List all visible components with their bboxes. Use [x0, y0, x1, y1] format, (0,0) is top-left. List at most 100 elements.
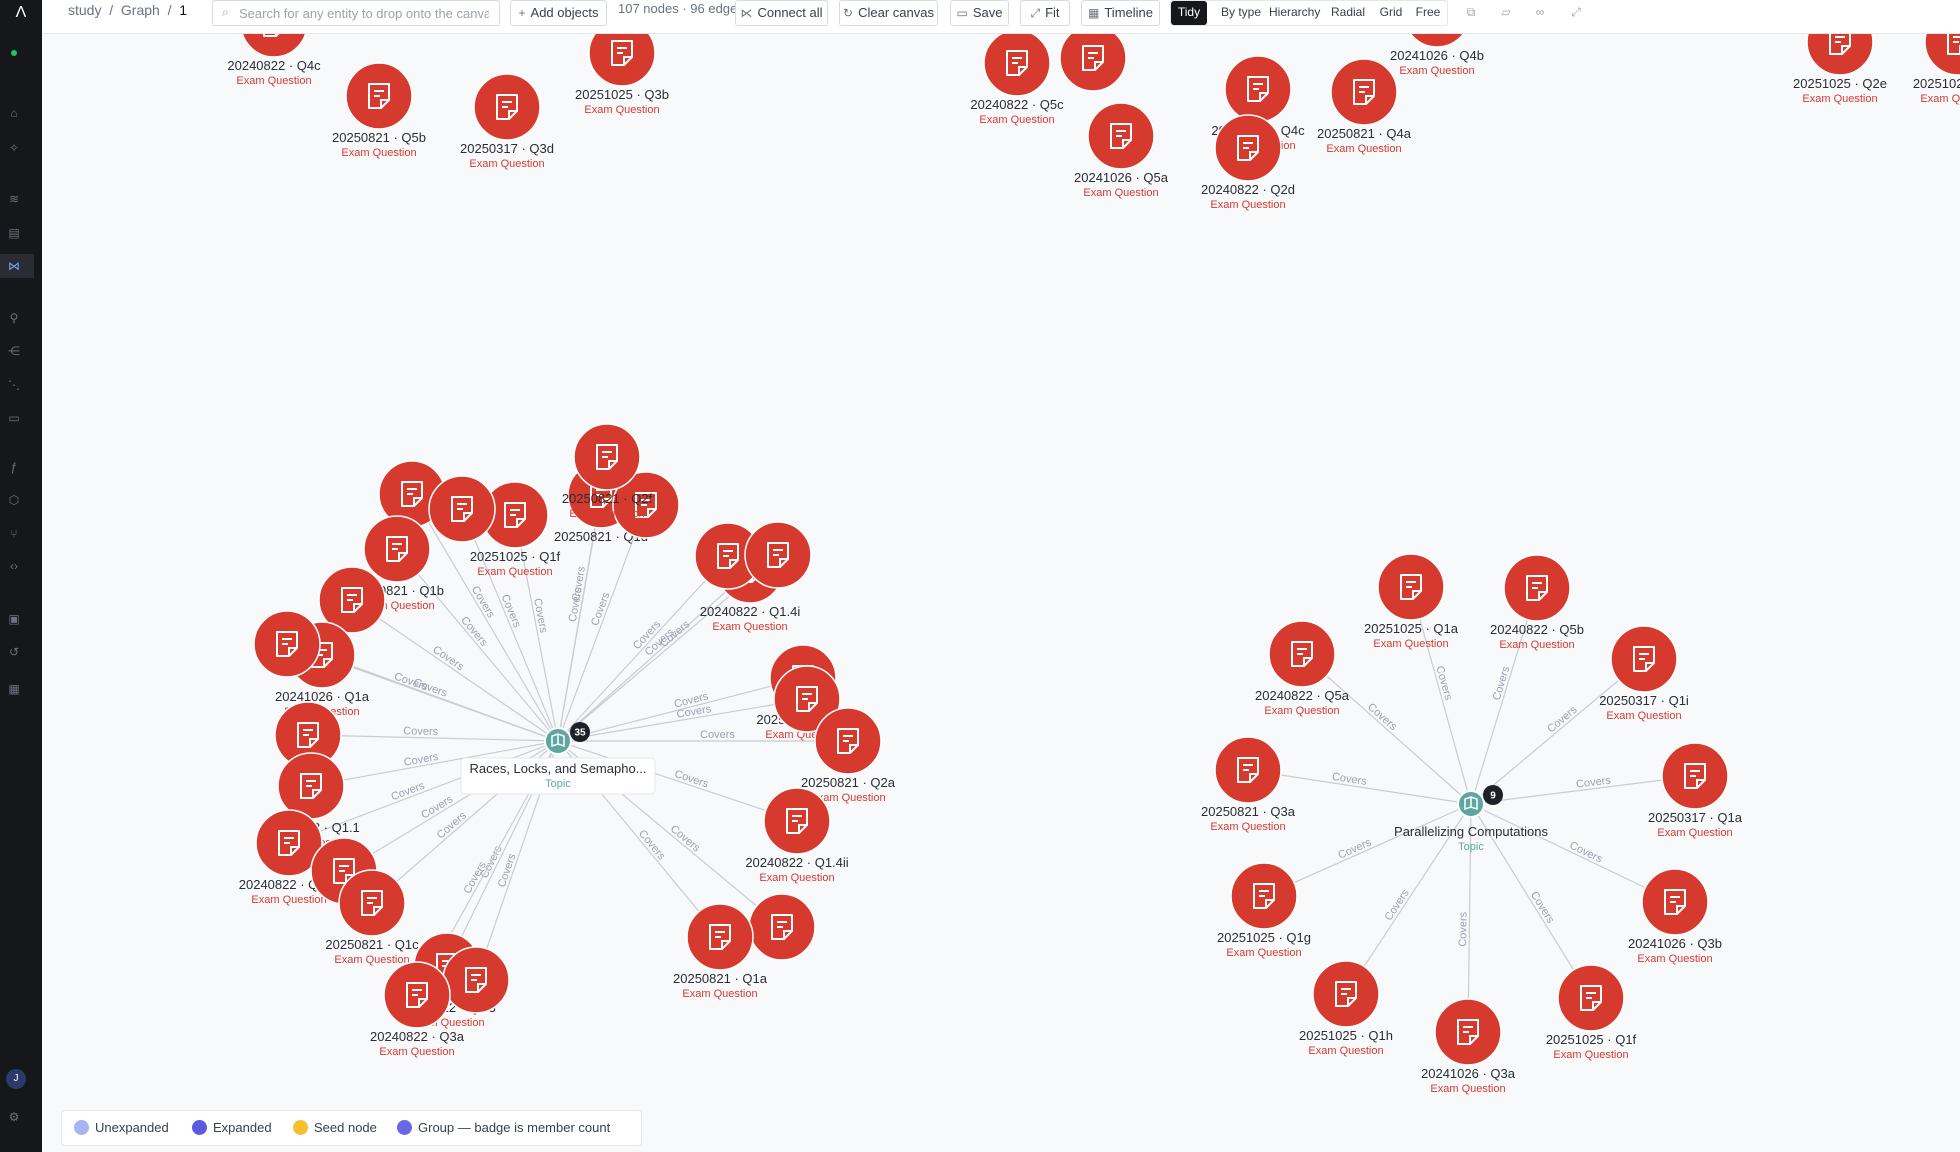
question-node[interactable]: 20240822 · Q5c Exam Question: [970, 33, 1064, 126]
question-node[interactable]: 20250317 · Q1a Exam Question: [1648, 742, 1743, 839]
question-node[interactable]: 20251025 · Q2f Exam Question: [1913, 33, 1960, 105]
folder-icon[interactable]: ▱: [1498, 4, 1514, 20]
add-objects-button[interactable]: + Add objects: [510, 0, 607, 26]
wand-icon[interactable]: ✧: [7, 141, 21, 155]
network-icon[interactable]: ⋱: [7, 378, 21, 392]
question-node[interactable]: [748, 893, 816, 961]
code-icon[interactable]: ‹›: [7, 559, 21, 573]
fit-button[interactable]: ⤢ Fit: [1020, 0, 1070, 26]
node-type-label: Exam Question: [1553, 1049, 1628, 1061]
layout-hierarchy[interactable]: Hierarchy: [1269, 1, 1320, 25]
covers-edge[interactable]: Covers: [557, 569, 751, 742]
node-type-label: Exam Question: [1210, 821, 1285, 833]
function-icon[interactable]: ƒ: [7, 460, 21, 474]
covers-edge[interactable]: Covers: [351, 599, 559, 742]
app-logo[interactable]: Λ: [0, 0, 42, 26]
node-label: 20251025 · Q1f: [1546, 1032, 1637, 1047]
home-icon[interactable]: ⌂: [7, 106, 21, 120]
legend-seed: Seed node: [293, 1120, 377, 1136]
question-node[interactable]: 20250317 · Q3d Exam Question: [460, 73, 554, 170]
node-type-label: Exam Question: [1637, 953, 1712, 965]
inbox-icon[interactable]: ▣: [7, 612, 21, 626]
edge-label: Covers: [403, 725, 439, 738]
question-node[interactable]: 20241026 · Q3b Exam Question: [1628, 868, 1722, 965]
history-icon[interactable]: ↺: [7, 645, 21, 659]
question-node[interactable]: 20251025 · Q1f Exam Question: [1546, 964, 1637, 1061]
question-node[interactable]: 20250821 · Q4a Exam Question: [1317, 58, 1412, 155]
node-type-label: Exam Question: [979, 114, 1054, 126]
edge-label: Covers: [1457, 911, 1469, 946]
copy-icon[interactable]: ⧉: [1463, 4, 1479, 20]
clear-canvas-button[interactable]: ↻ Clear canvas: [839, 0, 938, 26]
breadcrumb-root[interactable]: study: [68, 2, 101, 18]
share-icon[interactable]: ⋲: [7, 344, 21, 358]
covers-edge[interactable]: Covers: [1263, 803, 1472, 897]
question-node[interactable]: 20250317 · Q1i Exam Question: [1599, 625, 1689, 722]
edge-label: Covers: [1433, 665, 1454, 702]
question-node[interactable]: 20251025 · Q1a Exam Question: [1364, 553, 1459, 650]
layout-free[interactable]: Free: [1411, 1, 1445, 25]
node-type-label: Exam Question: [477, 566, 552, 578]
question-node[interactable]: 20240822 · Q5b Exam Question: [1490, 554, 1584, 651]
node-label: 20240822 · Q5c: [970, 97, 1064, 112]
node-type-label: Exam Question: [682, 988, 757, 1000]
layout-by-type[interactable]: By type: [1215, 1, 1267, 25]
package-icon[interactable]: ⬡: [7, 493, 21, 507]
refresh-icon: ↻: [843, 6, 854, 20]
legend: Unexpanded Expanded Seed node Group — ba…: [61, 1110, 642, 1146]
node-label: 20250317 · Q1i: [1599, 693, 1689, 708]
database-icon[interactable]: ▤: [7, 226, 21, 240]
search-input[interactable]: [237, 3, 491, 23]
graph-canvas[interactable]: Covers Covers Covers Covers Covers Covers Cove…: [42, 33, 1960, 1152]
covers-edge[interactable]: Covers: [1470, 587, 1538, 805]
save-button[interactable]: ▭ Save: [950, 0, 1009, 26]
avatar[interactable]: J: [6, 1069, 26, 1089]
question-node[interactable]: 20240822 · Q5a Exam Question: [1255, 620, 1350, 717]
edge-label: Covers: [1365, 701, 1399, 733]
question-node[interactable]: 20251025 · Q3b Exam Question: [575, 33, 669, 116]
expand-icon[interactable]: ⤢: [1568, 4, 1584, 20]
question-node[interactable]: 20250821 · Q5b Exam Question: [332, 62, 426, 159]
legend-expanded: Expanded: [192, 1120, 272, 1136]
question-node[interactable]: 20250821 · Q3a Exam Question: [1201, 736, 1296, 833]
node-label: 20250821 · Q3a: [1201, 804, 1296, 819]
layout-grid[interactable]: Grid: [1377, 1, 1405, 25]
status-dot: [11, 50, 17, 56]
node-label: 20250821 · Q5b: [332, 130, 426, 145]
calendar-icon: ▦: [1088, 6, 1100, 20]
question-node[interactable]: 20240822 · Q4c Exam Question: [227, 33, 321, 87]
group-count-badge: 35: [574, 728, 586, 739]
question-node[interactable]: [442, 946, 510, 1014]
timeline-button[interactable]: ▦ Timeline: [1081, 0, 1160, 26]
layout-tidy[interactable]: Tidy: [1171, 1, 1207, 25]
topic-node[interactable]: 35 Races, Locks, and Semapho... Topic: [460, 722, 656, 795]
question-node[interactable]: [744, 521, 812, 589]
question-node[interactable]: [1059, 33, 1127, 92]
clipboard-icon[interactable]: ▭: [7, 411, 21, 425]
node-type-label: Exam Question: [1373, 638, 1448, 650]
layout-radial[interactable]: Radial: [1327, 1, 1369, 25]
settings-icon[interactable]: ⚙: [7, 1110, 21, 1124]
node-label: 20241026 · Q3b: [1628, 936, 1722, 951]
question-node[interactable]: 20241026 · Q5a Exam Question: [1074, 102, 1169, 199]
connect-all-button[interactable]: ⋉ Connect all: [735, 0, 828, 26]
breadcrumb-section[interactable]: Graph: [121, 2, 160, 18]
seed-swatch: [293, 1120, 308, 1136]
question-node[interactable]: 20251025 · Q1h Exam Question: [1299, 960, 1393, 1057]
node-type-label: Exam Question: [1326, 143, 1401, 155]
question-node[interactable]: 20241026 · Q4b Exam Question: [1390, 33, 1484, 77]
pin-icon[interactable]: ⚲: [7, 311, 21, 325]
question-node[interactable]: 20251025 · Q1g Exam Question: [1217, 862, 1311, 959]
edge-label: Covers: [1491, 665, 1513, 702]
graph-icon[interactable]: ⋈: [7, 259, 21, 273]
node-label: 20241026 · Q3a: [1421, 1066, 1516, 1081]
link-icon[interactable]: ∞: [1532, 4, 1548, 20]
question-node[interactable]: 20251025 · Q2e Exam Question: [1793, 33, 1887, 105]
covers-edge[interactable]: Covers: [1410, 586, 1472, 805]
branch-icon[interactable]: ⑂: [7, 527, 21, 541]
question-node[interactable]: 20241026 · Q3a Exam Question: [1421, 998, 1516, 1095]
layers-icon[interactable]: ≋: [7, 192, 21, 206]
apps-grid-icon[interactable]: ▦: [7, 682, 21, 696]
question-node[interactable]: [428, 475, 496, 543]
question-node[interactable]: [253, 610, 321, 678]
